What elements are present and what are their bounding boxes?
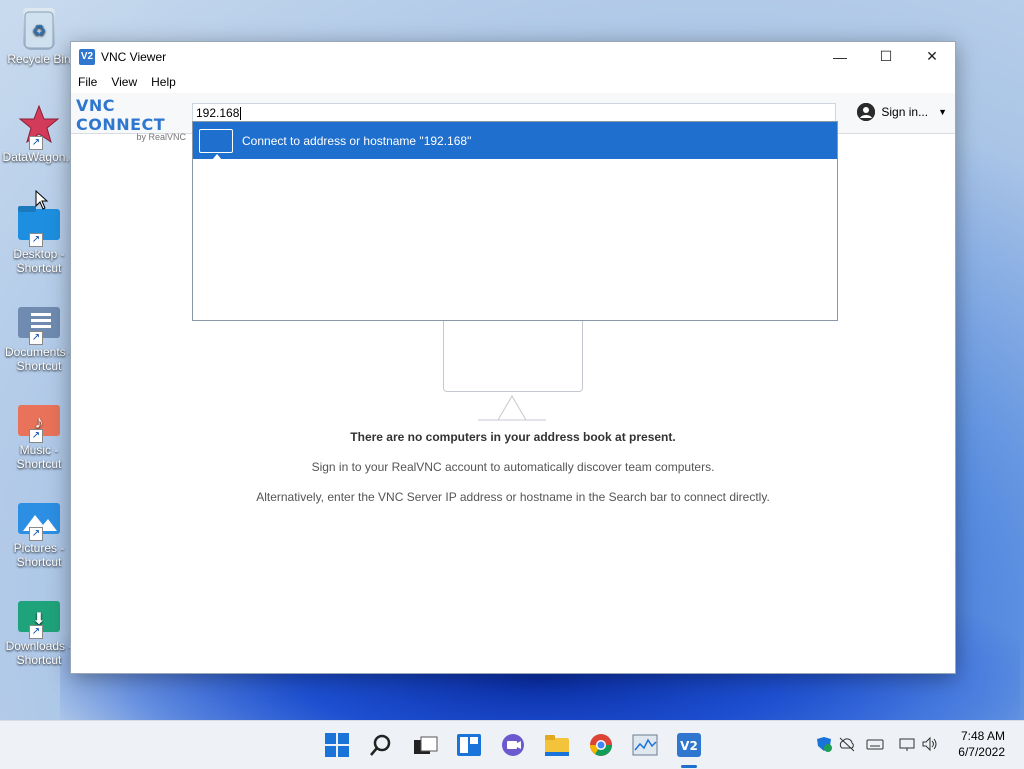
clock[interactable]: 7:48 AM 6/7/2022 — [958, 728, 1005, 760]
shortcut-arrow-icon: ↗ — [29, 331, 43, 345]
start-icon[interactable] — [324, 732, 350, 758]
desktop-icon-label: Documents - Shortcut — [4, 345, 74, 373]
empty-state-monitor-icon — [443, 319, 583, 392]
cloud-offline-icon[interactable] — [838, 736, 856, 752]
downloads-folder-icon: ⬇ ↗ — [17, 597, 61, 639]
network-icon[interactable] — [898, 736, 916, 752]
sign-in-button[interactable]: Sign in... ▼ — [857, 103, 947, 121]
recycle-bin-icon: ♻ — [23, 8, 55, 50]
brand-name: VNC CONNECT — [76, 96, 166, 134]
empty-state-text-signin: Sign in to your RealVNC account to autom… — [311, 460, 715, 474]
connect-suggestion-item[interactable]: Connect to address or hostname "192.168" — [193, 122, 837, 160]
desktop-icon-label: Downloads - Shortcut — [5, 639, 73, 667]
search-value: 192.168 — [196, 106, 240, 120]
menu-bar: File View Help — [71, 71, 955, 93]
volume-icon[interactable] — [921, 736, 939, 752]
text-caret — [240, 107, 242, 121]
menu-view[interactable]: View — [111, 75, 137, 89]
vnc-app-icon: V2 — [79, 48, 95, 65]
user-avatar-icon — [857, 103, 876, 121]
desktop-icon-label: Recycle Bin — [7, 52, 71, 66]
shortcut-arrow-icon: ↗ — [29, 233, 43, 247]
title-bar[interactable]: V2 VNC Viewer — ☐ ✕ — [71, 42, 955, 71]
desktop-icon-label: Pictures - Shortcut — [13, 541, 65, 569]
clock-time: 7:48 AM — [960, 729, 1005, 743]
search-icon[interactable] — [368, 732, 394, 758]
taskbar: V2 7:48 AM 6/7/2022 — [0, 720, 1024, 769]
music-folder-icon: ♪ ↗ — [17, 401, 61, 443]
chat-icon[interactable] — [500, 732, 526, 758]
desktop-icon-label: Music - Shortcut — [16, 443, 62, 471]
documents-folder-icon: ↗ — [17, 303, 61, 345]
close-button[interactable]: ✕ — [909, 42, 955, 71]
search-input[interactable]: 192.168 — [192, 103, 836, 122]
menu-help[interactable]: Help — [151, 75, 176, 89]
svg-text:V2: V2 — [680, 739, 698, 753]
shortcut-arrow-icon: ↗ — [29, 429, 43, 443]
keyboard-icon[interactable] — [866, 736, 884, 752]
desktop-icon-downloads-shortcut[interactable]: ⬇ ↗ Downloads - Shortcut — [2, 597, 76, 667]
widgets-icon[interactable] — [456, 732, 482, 758]
task-view-icon[interactable] — [412, 732, 438, 758]
minimize-button[interactable]: — — [817, 42, 863, 71]
vnc-viewer-window: V2 VNC Viewer — ☐ ✕ File View Help VNC C… — [70, 41, 956, 674]
desktop-icon-desktop-shortcut[interactable]: ↗ Desktop - Shortcut — [2, 205, 76, 275]
security-shield-icon[interactable] — [815, 736, 833, 752]
menu-file[interactable]: File — [78, 75, 97, 89]
clock-date: 6/7/2022 — [958, 745, 1005, 759]
maximize-button[interactable]: ☐ — [863, 42, 909, 71]
empty-state-heading: There are no computers in your address b… — [350, 430, 676, 444]
window-title: VNC Viewer — [101, 49, 167, 64]
shortcut-arrow-icon: ↗ — [29, 527, 43, 541]
vnc-viewer-icon[interactable]: V2 — [676, 732, 702, 758]
vnc-connect-logo: VNC CONNECT by RealVNC — [76, 96, 186, 142]
file-explorer-icon[interactable] — [544, 732, 570, 758]
desktop-icon-label: Desktop - Shortcut — [13, 247, 65, 275]
folder-icon: ↗ — [17, 205, 61, 247]
shortcut-arrow-icon: ↗ — [29, 136, 43, 150]
svg-text:♻: ♻ — [32, 23, 46, 40]
empty-state-text-search: Alternatively, enter the VNC Server IP a… — [256, 490, 770, 504]
monitor-icon — [199, 128, 233, 160]
desktop-icon-recycle-bin[interactable]: ♻ Recycle Bin — [2, 8, 76, 66]
resource-monitor-icon[interactable] — [632, 732, 658, 758]
chrome-icon[interactable] — [588, 732, 614, 758]
desktop-icon-pictures-shortcut[interactable]: ↗ Pictures - Shortcut — [2, 499, 76, 569]
connect-suggestion-label: Connect to address or hostname "192.168" — [242, 133, 472, 148]
desktop-icon-label: DataWagon... — [2, 150, 76, 164]
desktop-icon-documents-shortcut[interactable]: ↗ Documents - Shortcut — [2, 303, 76, 373]
chevron-down-icon[interactable]: ▼ — [938, 107, 947, 117]
monitor-stand-icon — [478, 395, 546, 421]
datawagon-icon: ↗ — [17, 104, 61, 150]
sign-in-label: Sign in... — [881, 105, 929, 119]
desktop-icon-datawagon[interactable]: ↗ DataWagon... — [2, 104, 76, 164]
shortcut-arrow-icon: ↗ — [29, 625, 43, 639]
pictures-folder-icon: ↗ — [17, 499, 61, 541]
desktop-icon-music-shortcut[interactable]: ♪ ↗ Music - Shortcut — [2, 401, 76, 471]
search-suggestions-dropdown: Connect to address or hostname "192.168" — [192, 121, 838, 321]
